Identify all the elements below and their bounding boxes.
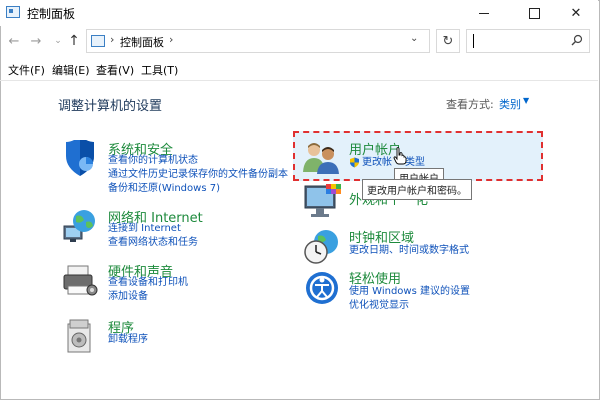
link-view-computer-status[interactable]: 查看你的计算机状态 bbox=[108, 154, 198, 168]
control-panel-icon bbox=[6, 6, 20, 18]
link-recommended-settings[interactable]: 使用 Windows 建议的设置 bbox=[349, 285, 470, 299]
refresh-icon: ↻ bbox=[442, 33, 454, 49]
breadcrumb-item[interactable]: 控制面板 bbox=[120, 34, 164, 50]
arrow-up-icon: ↑ bbox=[68, 33, 80, 49]
link-add-device[interactable]: 添加设备 bbox=[108, 290, 148, 304]
maximize-icon bbox=[528, 7, 540, 19]
breadcrumb-separator[interactable]: › bbox=[169, 33, 173, 46]
forward-button[interactable]: → bbox=[26, 30, 46, 52]
dropdown-arrow-icon[interactable]: ▼ bbox=[523, 96, 529, 105]
title-bar: 控制面板 ✕ bbox=[0, 0, 598, 26]
page-title: 调整计算机的设置 bbox=[58, 99, 163, 114]
breadcrumb-separator[interactable]: › bbox=[110, 33, 114, 46]
link-uninstall-program[interactable]: 卸载程序 bbox=[108, 333, 148, 347]
link-network-status[interactable]: 查看网络状态和任务 bbox=[108, 236, 198, 250]
control-panel-icon bbox=[91, 35, 105, 47]
menu-edit[interactable]: 编辑(E) bbox=[52, 62, 90, 78]
printer-icon[interactable] bbox=[60, 260, 100, 300]
shield-icon[interactable] bbox=[60, 138, 100, 178]
refresh-button[interactable]: ↻ bbox=[436, 29, 460, 53]
appearance-monitor-icon[interactable] bbox=[302, 182, 342, 222]
clock-globe-icon[interactable] bbox=[302, 226, 342, 266]
link-change-account-type[interactable]: 更改帐 bbox=[362, 156, 392, 170]
chevron-down-icon[interactable]: ⌄ bbox=[410, 33, 418, 44]
link-backup-restore[interactable]: 备份和还原(Windows 7) bbox=[108, 182, 220, 196]
link-optimize-display[interactable]: 优化视觉显示 bbox=[349, 299, 409, 313]
minimize-icon bbox=[479, 12, 489, 14]
arrow-right-icon: → bbox=[30, 33, 42, 49]
network-globe-icon[interactable] bbox=[60, 206, 100, 246]
arrow-left-icon: ← bbox=[8, 33, 20, 49]
link-change-date-time-format[interactable]: 更改日期、时间或数字格式 bbox=[349, 244, 469, 258]
ease-of-access-icon[interactable] bbox=[302, 268, 342, 308]
view-by-label: 查看方式: bbox=[446, 98, 494, 111]
minimize-button[interactable] bbox=[462, 0, 506, 26]
window-title: 控制面板 bbox=[27, 7, 76, 21]
search-icon[interactable] bbox=[571, 34, 583, 49]
tooltip-description: 更改用户帐户和密码。 bbox=[362, 179, 472, 200]
back-button[interactable]: ← bbox=[4, 30, 24, 52]
menu-view[interactable]: 查看(V) bbox=[96, 62, 134, 78]
link-devices-printers[interactable]: 查看设备和打印机 bbox=[108, 276, 188, 290]
menu-file[interactable]: 文件(F) bbox=[8, 62, 45, 78]
menu-tools[interactable]: 工具(T) bbox=[141, 62, 178, 78]
link-file-history[interactable]: 通过文件历史记录保存你的文件备份副本 bbox=[108, 168, 288, 182]
maximize-button[interactable] bbox=[512, 0, 556, 26]
users-icon[interactable] bbox=[300, 138, 340, 178]
close-button[interactable]: ✕ bbox=[554, 0, 598, 26]
programs-icon[interactable] bbox=[60, 316, 100, 356]
chevron-down-icon: ⌄ bbox=[54, 36, 62, 46]
menu-divider bbox=[0, 80, 598, 81]
search-input[interactable] bbox=[466, 29, 590, 53]
close-icon: ✕ bbox=[570, 5, 582, 21]
up-button[interactable]: ↑ bbox=[64, 30, 84, 52]
address-bar[interactable]: › 控制面板 › ⌄ bbox=[86, 29, 430, 53]
view-by-dropdown[interactable]: 类别 bbox=[499, 96, 521, 112]
link-connect-internet[interactable]: 连接到 Internet bbox=[108, 222, 181, 236]
hand-cursor-icon bbox=[393, 147, 407, 165]
text-caret bbox=[473, 34, 474, 48]
uac-shield-icon bbox=[349, 157, 360, 168]
